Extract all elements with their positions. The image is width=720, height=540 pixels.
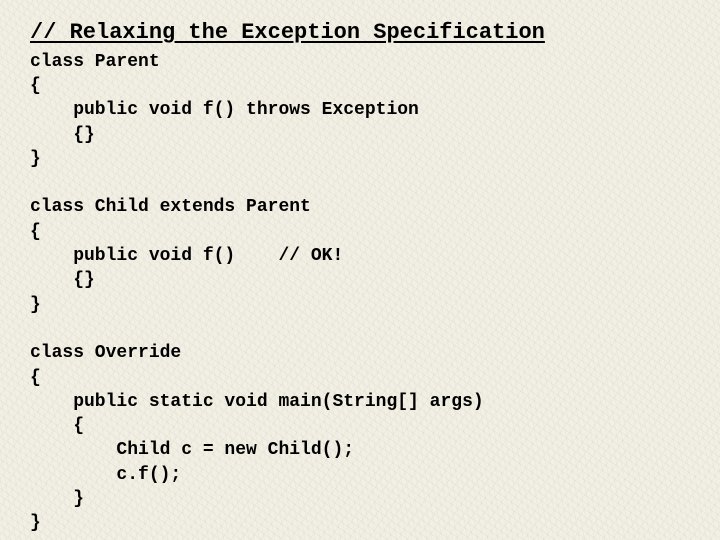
code-block: class Parent { public void f() throws Ex… — [30, 50, 720, 536]
slide-title: // Relaxing the Exception Specification — [30, 18, 720, 48]
